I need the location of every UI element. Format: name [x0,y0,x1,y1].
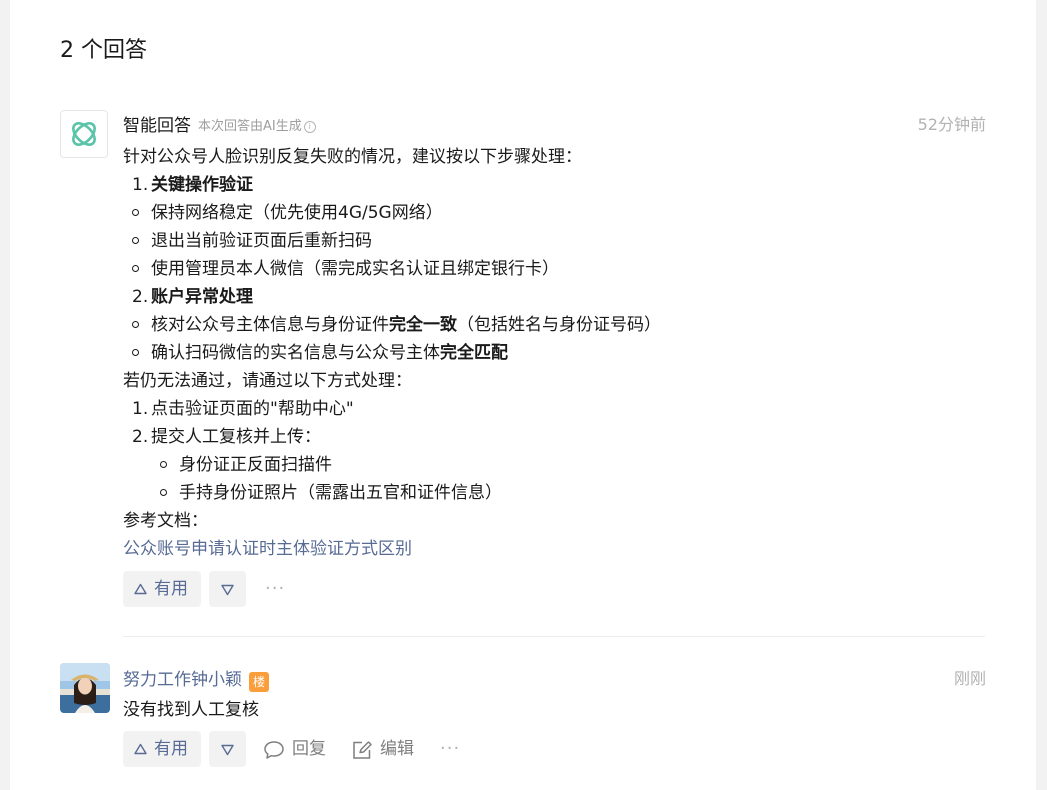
fallback1-text: 点击验证页面的"帮助中心" [151,399,354,419]
edit-pencil-icon [353,741,372,759]
triangle-down-icon [221,744,234,756]
answers-count-heading: 2 个回答 [60,38,147,63]
fallback1-number: 1. [132,399,149,419]
reply-label: 回复 [292,739,326,759]
edit-button[interactable]: 编辑 [351,731,421,767]
ai-note-text: 本次回答由AI生成 [198,119,302,134]
comment-time: 刚刚 [953,669,986,688]
user-photo [60,663,110,713]
bullet-marker [160,461,167,468]
divider [123,636,985,637]
reference-label: 参考文档： [123,511,208,531]
list-item-emphasis: 完全匹配 [440,343,508,363]
step1-title: 关键操作验证 [151,175,253,195]
not-useful-button[interactable] [209,731,246,767]
comment-author-name[interactable]: 努力工作钟小颖 [123,668,242,692]
bullet-marker [132,237,139,244]
step1-number: 1. [132,175,149,195]
useful-label: 有用 [154,579,188,599]
comment-bubble-icon [264,741,284,759]
reference-doc-link[interactable]: 公众账号申请认证时主体验证方式区别 [123,535,412,563]
list-item: 使用管理员本人微信（需完成实名认证且绑定银行卡） [151,259,559,279]
ai-answer-time: 52分钟前 [917,115,986,134]
avatar[interactable] [60,663,110,713]
list-item: 保持网络稳定（优先使用4G/5G网络） [151,203,443,223]
list-item-emphasis: 完全一致 [389,315,457,335]
useful-button[interactable]: 有用 [123,731,201,767]
fallback2-number: 2. [132,427,149,447]
bullet-marker [132,209,139,216]
answers-panel: 2 个回答 智能回答 本次回答由AI生成 i 52分钟前 针对公众号人脸识别反复失… [10,0,1036,790]
answer-intro: 针对公众号人脸识别反复失败的情况，建议按以下步骤处理： [123,147,582,167]
bullet-marker [132,321,139,328]
list-item: 身份证正反面扫描件 [179,455,332,475]
op-badge: 楼 [249,672,269,692]
ai-logo-icon [72,122,96,146]
reply-button[interactable]: 回复 [263,731,333,767]
list-item: 核对公众号主体信息与身份证件完全一致（包括姓名与身份证号码） [151,311,661,339]
info-icon[interactable]: i [303,121,316,133]
step2-number: 2. [132,287,149,307]
list-item-text: 核对公众号主体信息与身份证件 [151,315,389,335]
step2-title: 账户异常处理 [151,287,253,307]
more-options-button[interactable]: ··· [440,731,460,767]
useful-button[interactable]: 有用 [123,571,201,607]
bullet-marker [132,265,139,272]
bullet-marker [132,349,139,356]
bullet-marker [160,489,167,496]
triangle-up-icon [134,583,147,595]
fallback-text: 若仍无法通过，请通过以下方式处理： [123,371,412,391]
list-item: 手持身份证照片（需露出五官和证件信息） [179,483,502,503]
triangle-down-icon [221,584,234,596]
ai-author-name[interactable]: 智能回答 [123,114,191,138]
comment-text: 没有找到人工复核 [123,700,259,720]
ai-avatar[interactable] [60,110,108,158]
edit-label: 编辑 [380,739,414,759]
more-options-button[interactable]: ··· [265,571,285,607]
list-item-text: 确认扫码微信的实名信息与公众号主体 [151,343,440,363]
useful-label: 有用 [154,739,188,759]
not-useful-button[interactable] [209,571,246,607]
list-item-text: （包括姓名与身份证号码） [457,315,661,335]
triangle-up-icon [134,743,147,755]
fallback2-text: 提交人工复核并上传： [151,427,321,447]
ai-generated-note: 本次回答由AI生成 i [198,117,316,137]
list-item: 退出当前验证页面后重新扫码 [151,231,372,251]
list-item: 确认扫码微信的实名信息与公众号主体完全匹配 [151,339,508,367]
